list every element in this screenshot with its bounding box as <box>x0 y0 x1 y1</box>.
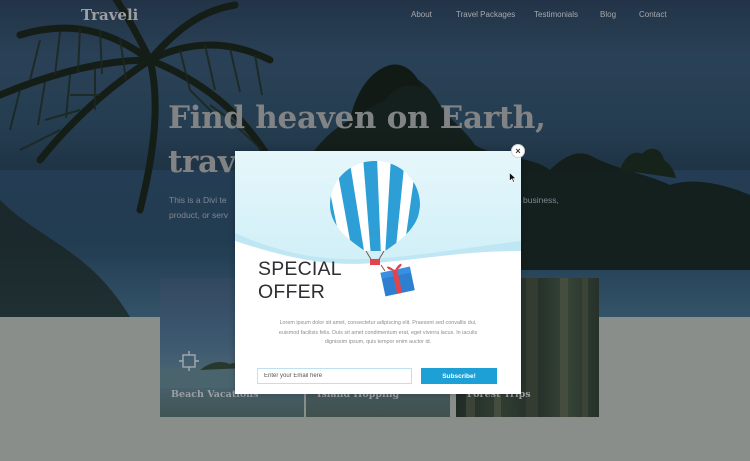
popup-description-line-3: dignissim ipsum, quis tempor enim auctor… <box>324 339 432 346</box>
popup-description: Lorem ipsum dolor sit amet, consectetur … <box>253 319 503 348</box>
popup-title: SPECIAL OFFER <box>258 258 342 304</box>
popup-description-line-1: Lorem ipsum dolor sit amet, consectetur … <box>279 320 477 326</box>
popup-title-line-1: SPECIAL <box>258 258 342 280</box>
popup-description-line-2: euismod facilisis felis. Duis sit amet c… <box>278 329 478 336</box>
hero-text-line-1: This is a Divi te <box>169 195 227 205</box>
top-navigation: About Travel Packages Testimonials Blog … <box>0 10 750 24</box>
nav-item-contact[interactable]: Contact <box>639 10 667 19</box>
mouse-cursor-icon <box>509 172 517 183</box>
subscribe-button[interactable]: Subscribe! <box>421 368 497 384</box>
special-offer-popup: SPECIAL OFFER Lorem ipsum dolor sit amet… <box>235 151 521 394</box>
hero-text-line-2: product, or serv <box>169 210 229 220</box>
email-input[interactable] <box>257 368 412 384</box>
nav-item-about[interactable]: About <box>411 10 432 19</box>
nav-item-travel-packages[interactable]: Travel Packages <box>456 10 515 19</box>
hero-text-line-1-end: business, <box>523 195 559 205</box>
nav-item-testimonials[interactable]: Testimonials <box>534 10 578 19</box>
crosshair-icon <box>179 351 199 371</box>
close-icon[interactable]: × <box>511 144 525 158</box>
popup-title-line-2: OFFER <box>258 281 326 303</box>
hero-title-line-1: Find heaven on Earth, <box>168 100 546 136</box>
nav-item-blog[interactable]: Blog <box>600 10 616 19</box>
